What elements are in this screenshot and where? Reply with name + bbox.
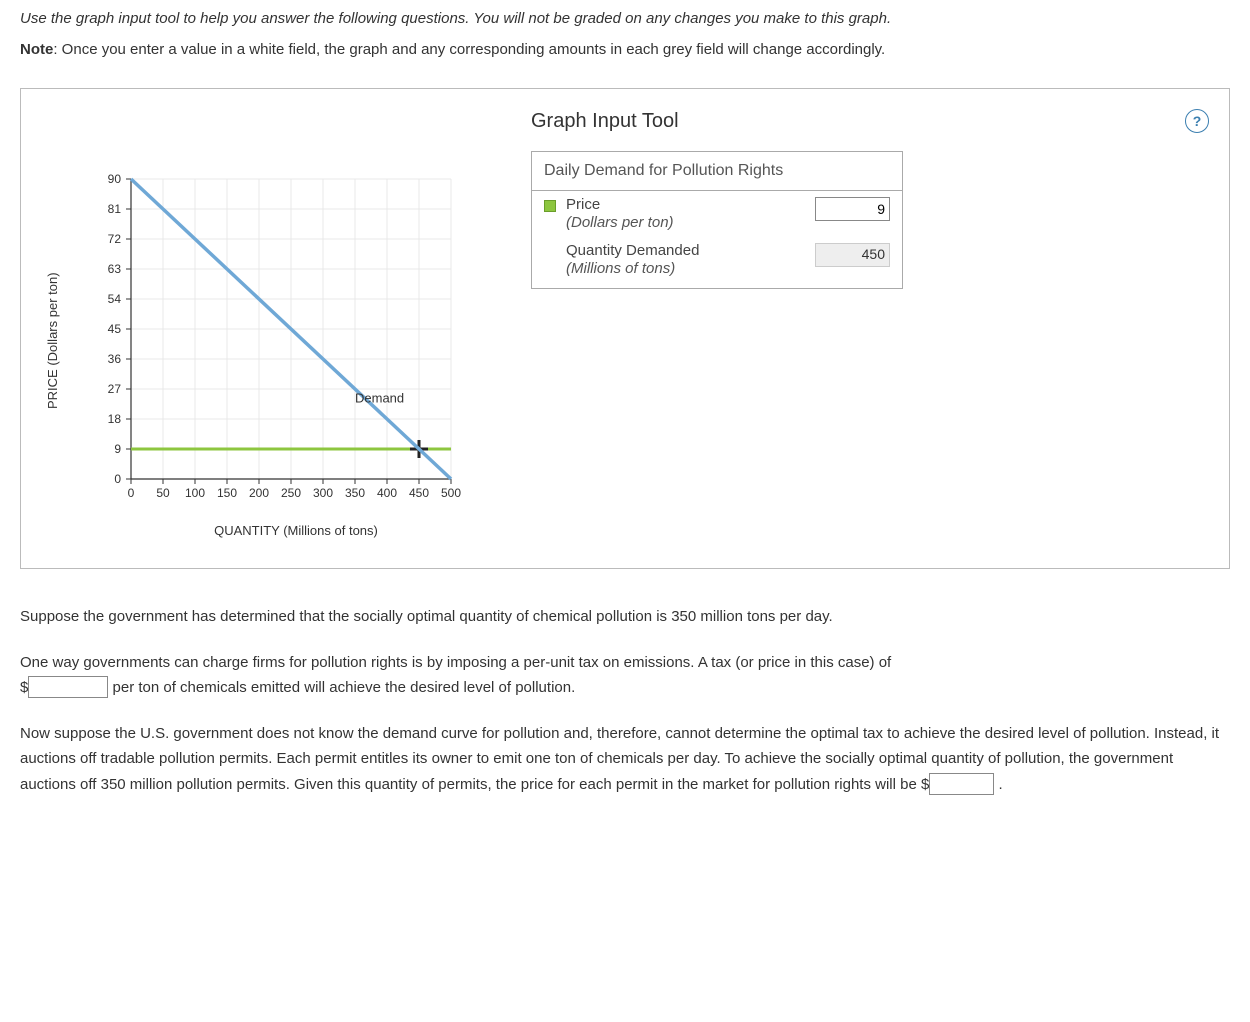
svg-text:45: 45 <box>108 322 122 336</box>
svg-text:0: 0 <box>114 472 121 486</box>
chart-area: PRICE (Dollars per ton) 0 9 18 27 36 45 54 63 72… <box>31 99 511 538</box>
svg-text:200: 200 <box>249 486 269 500</box>
q3-text-a: Now suppose the U.S. government does not… <box>20 725 1219 793</box>
q2-text-b: per ton of chemicals emitted will achiev… <box>108 679 575 696</box>
q2-prefix: $ <box>20 679 28 696</box>
question-3: Now suppose the U.S. government does not… <box>20 721 1230 798</box>
quantity-label: Quantity Demanded (Millions of tons) <box>566 242 805 278</box>
svg-text:500: 500 <box>441 486 461 500</box>
price-label-text: Price <box>566 196 600 213</box>
svg-text:450: 450 <box>409 486 429 500</box>
svg-text:300: 300 <box>313 486 333 500</box>
svg-text:72: 72 <box>108 232 122 246</box>
note-text: Note: Once you enter a value in a white … <box>20 41 1230 58</box>
svg-text:81: 81 <box>108 202 122 216</box>
tool-title-row: Graph Input Tool ? <box>531 109 1209 133</box>
svg-text:18: 18 <box>108 412 122 426</box>
svg-text:9: 9 <box>114 442 121 456</box>
note-body: : Once you enter a value in a white fiel… <box>53 41 885 58</box>
question-2: One way governments can charge firms for… <box>20 650 1230 701</box>
svg-text:54: 54 <box>108 292 122 306</box>
help-icon[interactable]: ? <box>1185 109 1209 133</box>
price-swatch-icon <box>544 200 556 212</box>
svg-text:150: 150 <box>217 486 237 500</box>
quantity-unit: (Millions of tons) <box>566 260 675 277</box>
svg-text:Demand: Demand <box>355 390 404 405</box>
svg-text:350: 350 <box>345 486 365 500</box>
svg-text:100: 100 <box>185 486 205 500</box>
question-1: Suppose the government has determined th… <box>20 604 1230 630</box>
tool-box: Daily Demand for Pollution Rights Price … <box>531 151 903 289</box>
permit-price-input[interactable] <box>929 773 994 795</box>
price-label: Price (Dollars per ton) <box>566 196 805 232</box>
q3-text-b: . <box>994 776 1002 793</box>
q2-text-a: One way governments can charge firms for… <box>20 654 891 671</box>
svg-text:63: 63 <box>108 262 122 276</box>
svg-text:400: 400 <box>377 486 397 500</box>
note-prefix: Note <box>20 41 53 58</box>
q3-prefix: $ <box>921 776 929 793</box>
svg-text:50: 50 <box>156 486 170 500</box>
price-row: Price (Dollars per ton) <box>532 191 902 237</box>
price-input[interactable] <box>815 197 890 221</box>
tool-title: Graph Input Tool <box>531 110 679 133</box>
quantity-row: Quantity Demanded (Millions of tons) 450 <box>532 237 902 288</box>
price-unit: (Dollars per ton) <box>566 214 674 231</box>
tax-input[interactable] <box>28 676 108 698</box>
quantity-output: 450 <box>815 243 890 267</box>
svg-text:36: 36 <box>108 352 122 366</box>
y-axis-label: PRICE (Dollars per ton) <box>45 272 60 409</box>
svg-text:27: 27 <box>108 382 122 396</box>
intro-text: Use the graph input tool to help you ans… <box>20 10 1230 27</box>
graph-panel: PRICE (Dollars per ton) 0 9 18 27 36 45 54 63 72… <box>20 88 1230 569</box>
tool-box-header: Daily Demand for Pollution Rights <box>532 152 902 191</box>
chart-svg[interactable]: 0 9 18 27 36 45 54 63 72 81 90 0 50 100 150 200 250 300 35… <box>31 159 491 519</box>
tool-area: Graph Input Tool ? Daily Demand for Poll… <box>531 99 1219 538</box>
x-axis-label: QUANTITY (Millions of tons) <box>81 523 511 538</box>
svg-text:0: 0 <box>128 486 135 500</box>
quantity-label-text: Quantity Demanded <box>566 242 699 259</box>
svg-text:250: 250 <box>281 486 301 500</box>
svg-text:90: 90 <box>108 172 122 186</box>
